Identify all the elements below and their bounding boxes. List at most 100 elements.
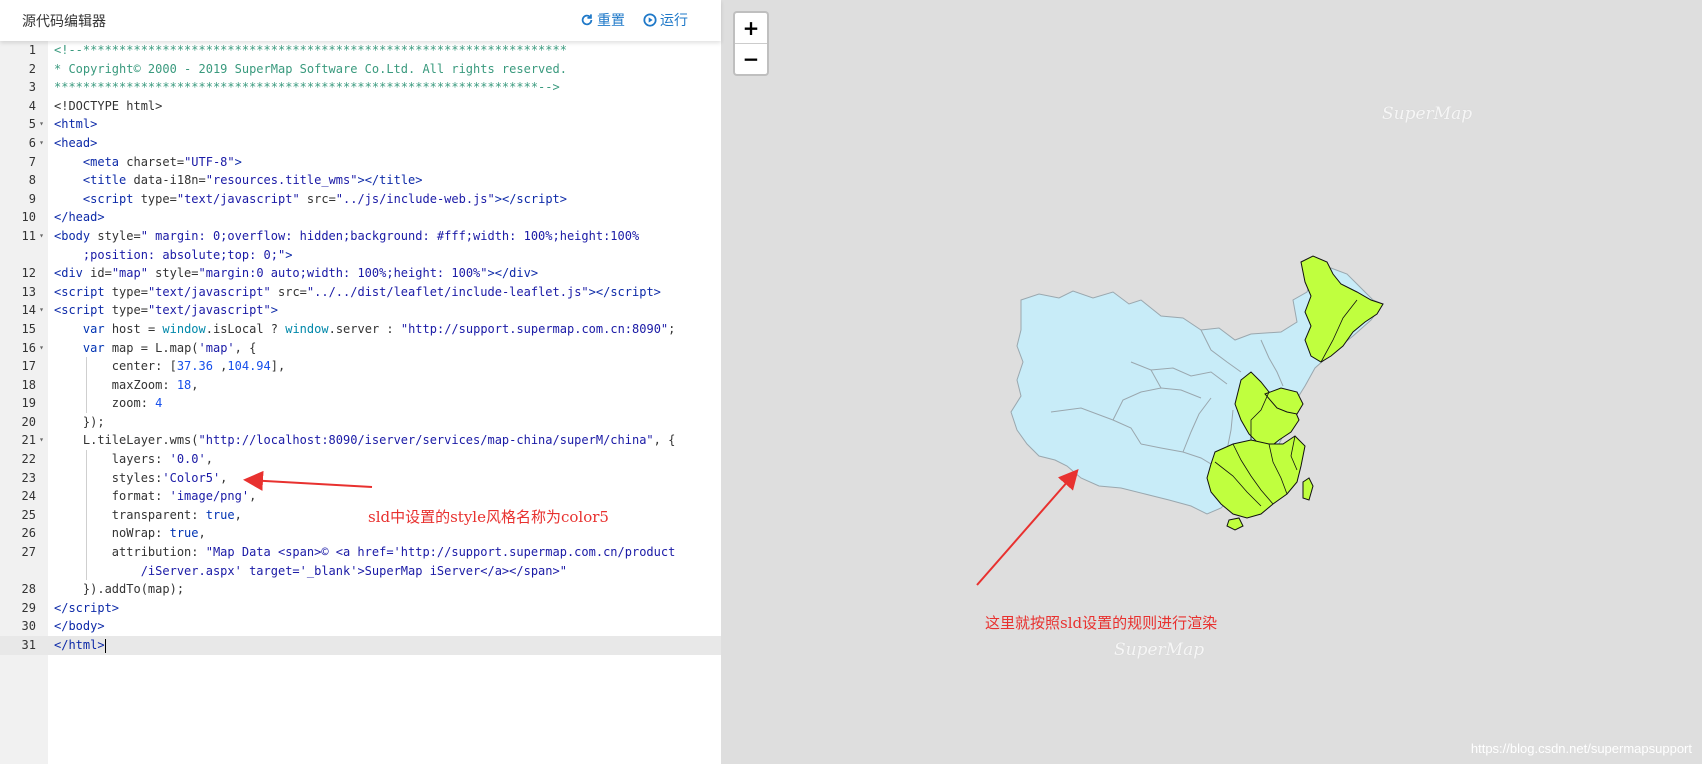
code-line[interactable]: 31 </html> xyxy=(0,636,721,655)
line-number: 16 xyxy=(21,340,36,355)
code-line[interactable]: 14 ▾ <script type="text/javascript"> xyxy=(0,301,721,320)
map-watermark: SuperMap xyxy=(1382,104,1473,124)
code-line[interactable]: 2 * Copyright© 2000 - 2019 SuperMap Softw… xyxy=(0,60,721,79)
line-number: 3 xyxy=(28,80,36,95)
code-line[interactable]: 5 ▾ <html> xyxy=(0,115,721,134)
line-number: 30 xyxy=(21,619,36,634)
reset-label: 重置 xyxy=(597,13,625,29)
line-number: 21 xyxy=(21,433,36,448)
line-number: 17 xyxy=(21,359,36,374)
code-line[interactable]: 15 var host = window.isLocal ? window.se… xyxy=(0,320,721,339)
code-line[interactable]: 27 attribution: "Map Data <span>© <a hre… xyxy=(0,543,721,562)
fold-toggle-icon[interactable]: ▾ xyxy=(37,339,46,358)
code-text: var map = L.map('map', { xyxy=(82,340,257,355)
line-number: 18 xyxy=(21,377,36,392)
code-text: </html> xyxy=(54,638,106,653)
refresh-icon xyxy=(581,14,593,26)
credit-text: https://blog.csdn.net/supermapsupport xyxy=(1470,741,1692,756)
code-text: <body style=" margin: 0;overflow: hidden… xyxy=(54,228,640,243)
code-text: }); xyxy=(54,414,105,429)
code-line[interactable]: ;position: absolute;top: 0;"> xyxy=(0,246,721,265)
fold-toggle-icon[interactable]: ▾ xyxy=(37,301,46,320)
code-line[interactable]: 20 }); xyxy=(0,413,721,432)
code-line[interactable]: 21 ▾ L.tileLayer.wms("http://localhost:80… xyxy=(0,431,721,450)
code-line[interactable]: 23 styles:'Color5', xyxy=(0,468,721,488)
code-text: styles:'Color5', xyxy=(54,470,228,485)
line-number: 28 xyxy=(21,582,36,597)
code-line[interactable]: 16 ▾ var map = L.map('map', { xyxy=(0,339,721,358)
code-line[interactable]: 17 center: [37.36 ,104.94], xyxy=(0,357,721,376)
code-line[interactable]: 25 transparent: true, xyxy=(0,505,721,525)
code-line[interactable]: 11 ▾ <body style=" margin: 0;overflow: hid… xyxy=(0,227,721,246)
code-text: format: 'image/png', xyxy=(54,489,257,504)
code-line[interactable]: 12 <div id="map" style="margin:0 auto;wid… xyxy=(0,264,721,283)
code-line[interactable]: 19 zoom: 4 xyxy=(0,394,721,413)
line-number: 23 xyxy=(21,470,36,485)
map-watermark: SuperMap xyxy=(1114,640,1205,660)
code-text: <meta charset="UTF-8"> xyxy=(82,154,242,169)
code-line[interactable]: 7 <meta charset="UTF-8"> xyxy=(0,153,721,172)
code-line[interactable]: 8 <title data-i18n="resources.title_wms"… xyxy=(0,171,721,190)
code-text: L.tileLayer.wms("http://localhost:8090/i… xyxy=(54,433,676,448)
line-number: 13 xyxy=(21,284,36,299)
line-number: 14 xyxy=(21,303,36,318)
hainan-island xyxy=(1226,517,1244,531)
code-line[interactable]: 9 <script type="text/javascript" src="..… xyxy=(0,190,721,209)
code-text: <script type="text/javascript" src="../j… xyxy=(82,191,567,206)
code-text: var host = window.isLocal ? window.serve… xyxy=(82,321,676,336)
line-number: 9 xyxy=(28,191,36,206)
china-map xyxy=(1010,255,1384,531)
code-line[interactable]: /iServer.aspx' target='_blank'>SuperMap … xyxy=(0,561,721,581)
code-line[interactable]: 28 }).addTo(map); xyxy=(0,580,721,599)
code-line[interactable]: 10 </head> xyxy=(0,208,721,227)
code-text: center: [37.36 ,104.94], xyxy=(54,359,286,374)
zoom-out-button[interactable]: − xyxy=(735,44,767,74)
code-text: ;position: absolute;top: 0;"> xyxy=(82,247,293,262)
fold-toggle-icon[interactable]: ▾ xyxy=(37,115,46,134)
code-line[interactable]: 24 format: 'image/png', xyxy=(0,487,721,506)
line-number: 5 xyxy=(28,117,36,132)
code-area[interactable]: 1 <!--***********************************… xyxy=(0,41,721,655)
code-text: </script> xyxy=(54,600,120,615)
line-number: 19 xyxy=(21,396,36,411)
code-text: * Copyright© 2000 - 2019 SuperMap Softwa… xyxy=(54,61,567,76)
code-line[interactable]: 18 maxZoom: 18, xyxy=(0,375,721,395)
code-text: <head> xyxy=(54,135,98,150)
code-line[interactable]: 1 <!--***********************************… xyxy=(0,41,721,60)
code-annotation: sld中设置的style风格名称为color5 xyxy=(368,508,609,526)
line-number: 27 xyxy=(21,545,36,560)
run-button[interactable]: 运行 xyxy=(643,10,688,30)
code-line[interactable]: 29 </script> xyxy=(0,599,721,618)
code-line[interactable]: 4 <!DOCTYPE html> xyxy=(0,97,721,116)
code-line[interactable]: 30 </body> xyxy=(0,617,721,636)
code-line[interactable]: 22 layers: '0.0', xyxy=(0,450,721,469)
map-annotation: 这里就按照sld设置的规则进行渲染 xyxy=(985,614,1218,632)
line-number: 6 xyxy=(28,135,36,150)
code-text: <div id="map" style="margin:0 auto;width… xyxy=(54,266,539,281)
code-line[interactable]: 26 noWrap: true, xyxy=(0,524,721,544)
zoom-control: + − xyxy=(733,11,769,76)
reset-button[interactable]: 重置 xyxy=(580,10,625,30)
code-line[interactable]: 13 <script type="text/javascript" src="..… xyxy=(0,283,721,302)
code-line[interactable]: 6 ▾ <head> xyxy=(0,134,721,153)
map-panel[interactable]: SuperMap SuperMap xyxy=(721,0,1702,764)
fold-toggle-icon[interactable]: ▾ xyxy=(37,227,46,246)
fold-toggle-icon[interactable]: ▾ xyxy=(37,431,46,450)
code-text: }).addTo(map); xyxy=(54,582,185,597)
code-text: <script type="text/javascript"> xyxy=(54,303,278,318)
code-text: layers: '0.0', xyxy=(54,452,213,467)
code-text: <html> xyxy=(54,117,98,132)
line-number: 31 xyxy=(21,638,36,652)
editor-header: 源代码编辑器 重置 运行 xyxy=(0,0,721,41)
fold-toggle-icon[interactable]: ▾ xyxy=(37,134,46,153)
play-circle-icon xyxy=(643,13,657,27)
zoom-in-button[interactable]: + xyxy=(735,13,767,44)
line-number: 2 xyxy=(28,61,36,76)
code-text: <!DOCTYPE html> xyxy=(54,98,163,113)
code-text: zoom: 4 xyxy=(54,396,163,411)
code-line[interactable]: 3 ***************************************… xyxy=(0,78,721,97)
code-text: <script type="text/javascript" src="../.… xyxy=(54,284,661,299)
line-number: 22 xyxy=(21,452,36,467)
code-text: <!--************************************… xyxy=(54,43,567,57)
run-label: 运行 xyxy=(660,13,688,29)
